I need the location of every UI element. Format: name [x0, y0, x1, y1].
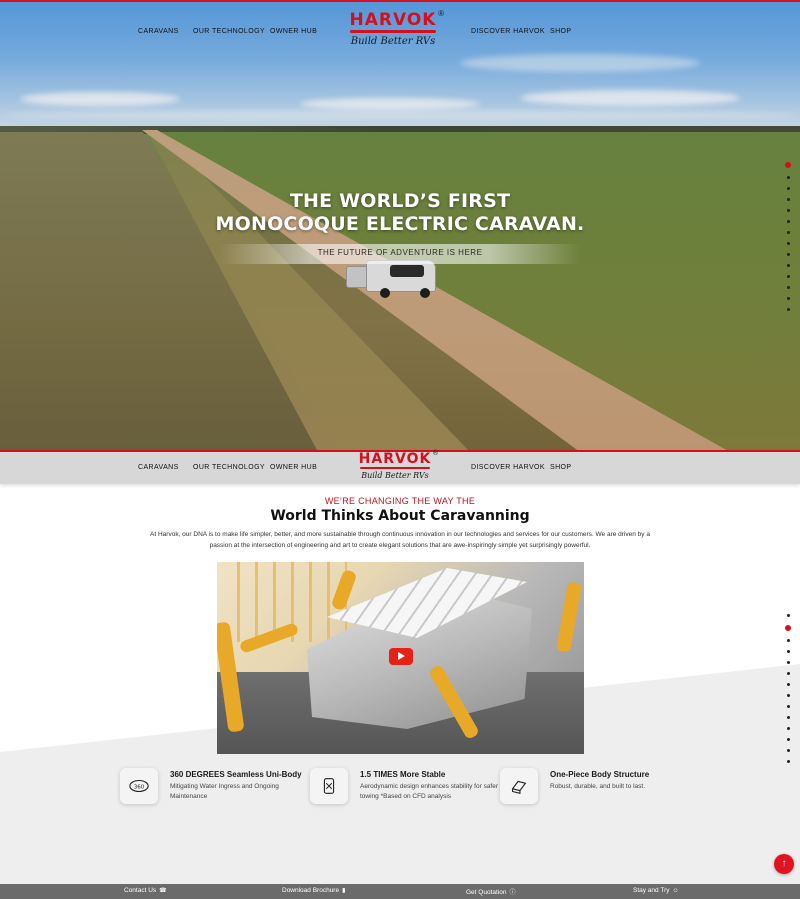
logo[interactable]: HARVOK Build Better RVs ® — [340, 450, 450, 483]
feature-description: Aerodynamic design enhances stability fo… — [360, 783, 499, 800]
hero-section: THE WORLD’S FIRST MONOCOQUE ELECTRIC CAR… — [0, 0, 800, 450]
nav-caravans[interactable]: CARAVANS — [138, 28, 179, 35]
download-brochure-link[interactable]: Download Brochure ▮ — [282, 887, 345, 894]
section-dot[interactable] — [786, 749, 790, 752]
feature-item: 1.5 TIMES More Stable Aerodynamic design… — [308, 768, 498, 808]
nav-shop[interactable]: SHOP — [550, 28, 571, 35]
section-dot[interactable] — [786, 705, 790, 708]
section-dot[interactable] — [786, 672, 790, 675]
nav-owner-hub[interactable]: OWNER HUB — [270, 464, 317, 471]
section-dots — [785, 614, 791, 771]
feature-item: One-Piece Body Structure Robust, durable… — [498, 768, 678, 808]
hero-headline: THE WORLD’S FIRST MONOCOQUE ELECTRIC CAR… — [0, 190, 800, 236]
logo-slogan: Build Better RVs — [350, 36, 436, 47]
feature-list: 360 360 DEGREES Seamless Uni-Body Mitiga… — [118, 768, 678, 808]
slide-dot[interactable] — [786, 308, 790, 311]
about-title: World Thinks About Caravanning — [270, 508, 530, 524]
nav-our-technology[interactable]: OUR TECHNOLOGY — [193, 464, 265, 471]
download-brochure-label: Download Brochure — [282, 887, 340, 894]
registered-mark: ® — [438, 9, 444, 18]
nav-caravans[interactable]: CARAVANS — [138, 464, 179, 471]
feature-description: Robust, durable, and built to last. — [550, 783, 646, 790]
footer-action-bar: Contact Us ☎ Download Brochure ▮ Get Quota… — [0, 884, 800, 899]
video-player[interactable] — [217, 562, 584, 754]
nav-discover-harvok[interactable]: DISCOVER HARVOK — [471, 28, 545, 35]
nav-owner-hub[interactable]: OWNER HUB — [270, 28, 317, 35]
play-triangle — [398, 652, 405, 660]
nav-discover-harvok[interactable]: DISCOVER HARVOK — [471, 464, 545, 471]
section-dot[interactable] — [786, 614, 790, 617]
feature-item: 360 360 DEGREES Seamless Uni-Body Mitiga… — [118, 768, 302, 808]
slide-dot[interactable] — [786, 209, 790, 212]
svg-text:360: 360 — [134, 784, 145, 790]
slide-dot[interactable] — [786, 242, 790, 245]
section-dot[interactable] — [786, 639, 790, 642]
slide-dot[interactable] — [786, 198, 790, 201]
stay-and-try-link[interactable]: Stay and Try ☺ — [633, 887, 679, 894]
section-dot[interactable] — [786, 716, 790, 719]
user-icon: ☺ — [672, 888, 679, 894]
logo-slogan: Build Better RVs — [361, 471, 429, 480]
slide-dot[interactable] — [786, 286, 790, 289]
slide-dot[interactable] — [786, 231, 790, 234]
slide-dot[interactable] — [786, 187, 790, 190]
phone-icon: ☎ — [159, 888, 167, 894]
headline-line-1: THE WORLD’S FIRST — [289, 190, 511, 212]
one-piece-body-icon — [500, 768, 538, 804]
section-dot[interactable] — [786, 683, 790, 686]
page: THE WORLD’S FIRST MONOCOQUE ELECTRIC CAR… — [0, 0, 800, 899]
section-dot[interactable] — [786, 694, 790, 697]
headline-line-2: MONOCOQUE ELECTRIC CARAVAN. — [215, 213, 585, 235]
slide-dot[interactable] — [786, 176, 790, 179]
section-dot[interactable] — [786, 738, 790, 741]
contact-us-label: Contact Us — [124, 887, 157, 894]
slide-dot[interactable] — [786, 220, 790, 223]
logo-wordmark: HARVOK — [349, 10, 437, 30]
feature-title: One-Piece Body Structure — [550, 770, 650, 779]
sticky-navigation: CARAVANS OUR TECHNOLOGY OWNER HUB HARVOK… — [0, 450, 800, 484]
stay-and-try-label: Stay and Try — [633, 887, 670, 894]
top-navigation: CARAVANS OUR TECHNOLOGY OWNER HUB HARVOK… — [0, 8, 800, 56]
section-dot[interactable] — [786, 650, 790, 653]
logo-underline — [350, 30, 436, 33]
section-dot[interactable] — [785, 625, 791, 631]
get-quotation-link[interactable]: Get Quotation ⓘ — [466, 887, 516, 896]
logo[interactable]: HARVOK Build Better RVs ® — [338, 9, 448, 54]
slide-dot[interactable] — [786, 253, 790, 256]
about-section: WE’RE CHANGING THE WAY THE World Thinks … — [0, 484, 800, 884]
get-quotation-label: Get Quotation — [466, 889, 507, 896]
about-kicker: WE’RE CHANGING THE WAY THE — [324, 496, 476, 506]
stability-icon — [310, 768, 348, 804]
slide-dot[interactable] — [786, 297, 790, 300]
section-dot[interactable] — [786, 760, 790, 763]
youtube-play-icon[interactable] — [389, 648, 413, 665]
feature-description: Mitigating Water Ingress and Ongoing Mai… — [170, 783, 279, 800]
feature-title: 1.5 TIMES More Stable — [360, 770, 446, 779]
slide-dots — [785, 162, 791, 319]
about-body: At Harvok, our DNA is to make life simpl… — [150, 531, 650, 549]
info-icon: ⓘ — [509, 890, 516, 896]
slide-dot[interactable] — [786, 264, 790, 267]
logo-underline — [360, 467, 430, 469]
nav-our-technology[interactable]: OUR TECHNOLOGY — [193, 28, 265, 35]
section-dot[interactable] — [786, 661, 790, 664]
registered-mark: ® — [432, 450, 438, 457]
nav-shop[interactable]: SHOP — [550, 464, 571, 471]
section-dot[interactable] — [786, 727, 790, 730]
slide-dot[interactable] — [786, 275, 790, 278]
back-to-top-button[interactable]: ↑ — [774, 854, 794, 874]
hero-tagline: THE FUTURE OF ADVENTURE IS HERE — [317, 248, 483, 257]
feature-title: 360 DEGREES Seamless Uni-Body — [170, 770, 302, 779]
book-icon: ▮ — [342, 888, 346, 894]
360-degree-icon: 360 — [120, 768, 158, 804]
contact-us-link[interactable]: Contact Us ☎ — [124, 887, 167, 894]
slide-dot[interactable] — [785, 162, 791, 168]
